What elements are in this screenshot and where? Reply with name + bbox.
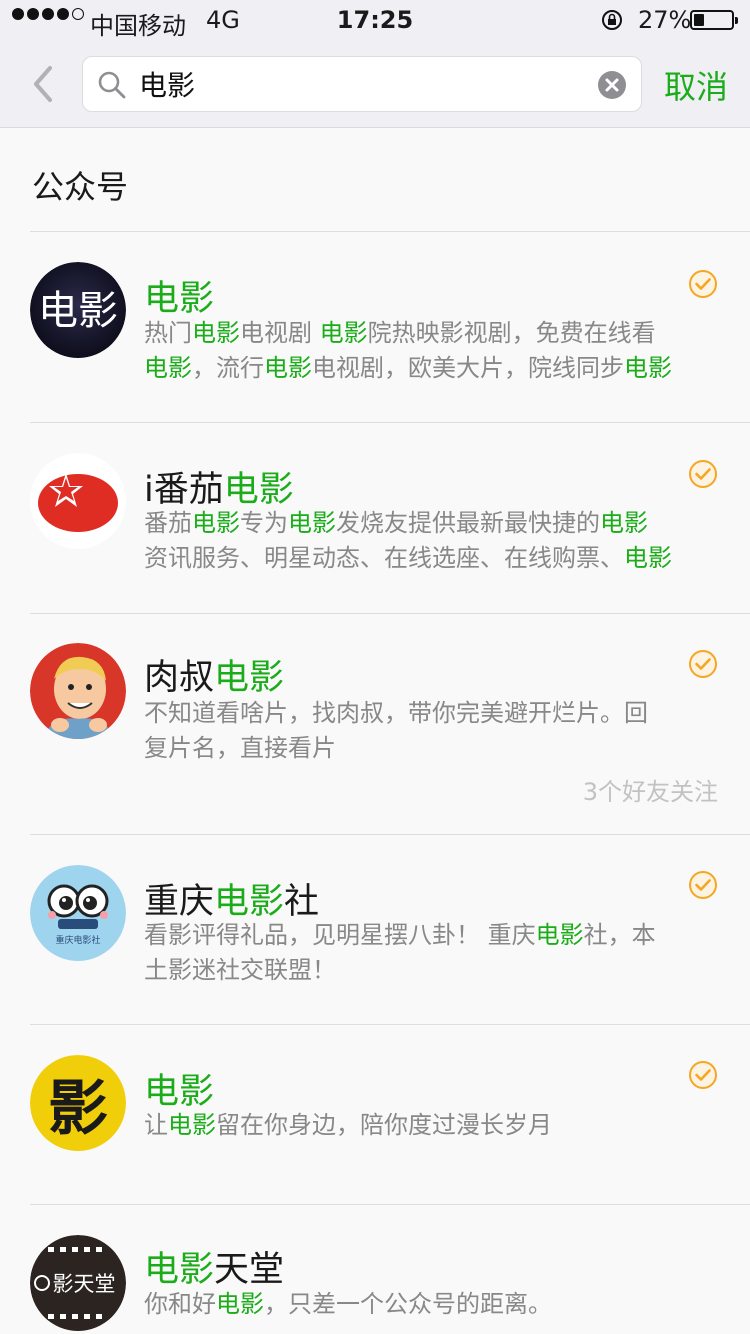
keyword-highlight: 电影 [192,319,240,347]
account-name: 电影 [144,270,214,321]
result-item-film-heaven[interactable]: 影天堂 电影天堂 你和好电影，只差一个公众号的距离。 [0,1205,750,1334]
account-description: 不知道看啥片，找肉叔，带你完美避开烂片。回 复片名，直接看片 [144,696,724,766]
account-description: 你和好电影，只差一个公众号的距离。 [144,1287,724,1322]
result-item-ifanqie[interactable]: i番茄电影 番茄电影专为电影发烧友提供最新最快捷的电影 资讯服务、明星动态、在线… [0,423,750,613]
text-segment: 电视剧，欧美大片，院线同步 [312,354,624,382]
cancel-button[interactable]: 取消 [664,62,728,108]
search-box[interactable] [82,56,642,112]
keyword-highlight: 电影 [319,319,368,347]
verified-icon [689,871,717,899]
account-name: 肉叔电影 [144,649,284,700]
avatar [30,643,126,739]
text-segment: 发烧友提供最新最快捷的 [336,509,600,537]
avatar: 影 [30,1055,126,1151]
text-segment: 热门 [144,319,192,347]
keyword-highlight: 电影 [214,658,285,698]
text-segment: 社，本 [583,921,656,949]
keyword-highlight: 电影 [216,1290,264,1318]
text-segment: 社 [284,882,320,922]
cartoon-man-avatar-icon [30,643,126,739]
text-segment: i番茄 [144,470,224,510]
text-segment: 番茄 [144,509,192,537]
clear-search-icon[interactable] [597,70,627,100]
account-name: 电影天堂 [144,1241,284,1292]
account-description: 番茄电影专为电影发烧友提供最新最快捷的电影 资讯服务、明星动态、在线选座、在线购… [144,506,724,576]
text-segment: 你和好 [144,1290,216,1318]
rotation-lock-icon [602,10,622,30]
account-description: 看影评得礼品，见明星摆八卦！ 重庆电影社，本 土影迷社交联盟！ [144,918,724,988]
keyword-highlight: 电影 [624,354,672,382]
battery-icon [690,10,738,30]
text-segment: 不知道看啥片，找肉叔，带你完美避开烂片。回 [144,699,648,727]
verified-icon [689,1061,717,1089]
verified-icon [689,460,717,488]
text-segment: 复片名，直接看片 [144,734,336,762]
tomato-avatar-icon [30,453,126,549]
avatar: 影天堂 [30,1235,126,1331]
text-segment: ，流行 [192,354,264,382]
account-description: 让电影留在你身边，陪你度过漫长岁月 [144,1108,724,1143]
result-item-roushu[interactable]: 肉叔电影 不知道看啥片，找肉叔，带你完美避开烂片。回 复片名，直接看片 3个好友… [0,614,750,834]
keyword-highlight: 电影 [535,921,584,949]
search-input[interactable] [139,63,579,105]
text-segment: 院热映影视剧，免费在线看 [367,319,656,347]
keyword-highlight: 电影 [144,279,215,319]
avatar: 电影 [30,262,126,358]
svg-text:影: 影 [48,1074,108,1144]
text-segment: 天堂 [214,1250,285,1290]
result-item-dianying-2[interactable]: 影 电影 让电影留在你身边，陪你度过漫长岁月 [0,1025,750,1205]
text-segment: 让 [144,1111,168,1139]
text-segment: 重庆 [144,882,215,922]
result-item-chongqing-film-club[interactable]: 重庆电影社 重庆电影社 看影评得礼品，见明星摆八卦！ 重庆电影社，本 土影迷社交… [0,835,750,1025]
movie-text-avatar-icon: 电影 [30,262,126,358]
owl-eyes-avatar-icon: 重庆电影社 [30,865,126,961]
text-segment: 看影评得礼品，见明星摆八卦！ 重庆 [144,921,536,949]
back-chevron-icon[interactable] [28,64,58,104]
keyword-highlight: 电影 [144,1072,215,1112]
verified-icon [689,270,717,298]
text-segment: 资讯服务、明星动态、在线选座、在线购票、 [144,544,624,572]
status-bar: 中国移动 4G 17:25 27% [0,0,750,40]
keyword-highlight: 电影 [264,354,312,382]
avatar-caption: 影天堂 [53,1272,116,1296]
account-name: 重庆电影社 [144,873,319,924]
avatar: 重庆电影社 [30,865,126,961]
keyword-highlight: 电影 [288,509,336,537]
text-segment: 肉叔 [144,658,215,698]
search-header: 取消 [0,40,750,128]
account-name: i番茄电影 [144,461,294,512]
svg-text:电影: 电影 [38,288,118,334]
text-segment: 专为 [240,509,288,537]
text-segment: 电视剧 [240,319,320,347]
search-icon [98,71,126,99]
ying-character-avatar-icon: 影 [30,1055,126,1151]
text-segment: ，只差一个公众号的距离。 [264,1290,552,1318]
keyword-highlight: 电影 [144,1250,215,1290]
film-heaven-avatar-icon: 影天堂 [30,1235,126,1331]
keyword-highlight: 电影 [144,354,192,382]
verified-icon [689,650,717,678]
battery-percent: 27% [638,6,692,34]
account-description: 热门电影电视剧 电影院热映影视剧，免费在线看 电影，流行电影电视剧，欧美大片，院… [144,316,724,386]
text-segment: 留在你身边，陪你度过漫长岁月 [216,1111,552,1139]
result-item-dianying[interactable]: 电影 电影 热门电影电视剧 电影院热映影视剧，免费在线看 电影，流行电影电视剧，… [0,232,750,422]
avatar [30,453,126,549]
keyword-highlight: 电影 [168,1111,216,1139]
friends-following-count: 3个好友关注 [582,778,718,806]
keyword-highlight: 电影 [223,470,294,510]
keyword-highlight: 电影 [214,882,285,922]
account-name: 电影 [144,1063,214,1114]
avatar-caption: 重庆电影社 [55,934,100,946]
keyword-highlight: 电影 [624,544,672,572]
section-title: 公众号 [32,168,129,206]
text-segment: 土影迷社交联盟！ [144,956,336,984]
keyword-highlight: 电影 [600,509,648,537]
keyword-highlight: 电影 [192,509,240,537]
